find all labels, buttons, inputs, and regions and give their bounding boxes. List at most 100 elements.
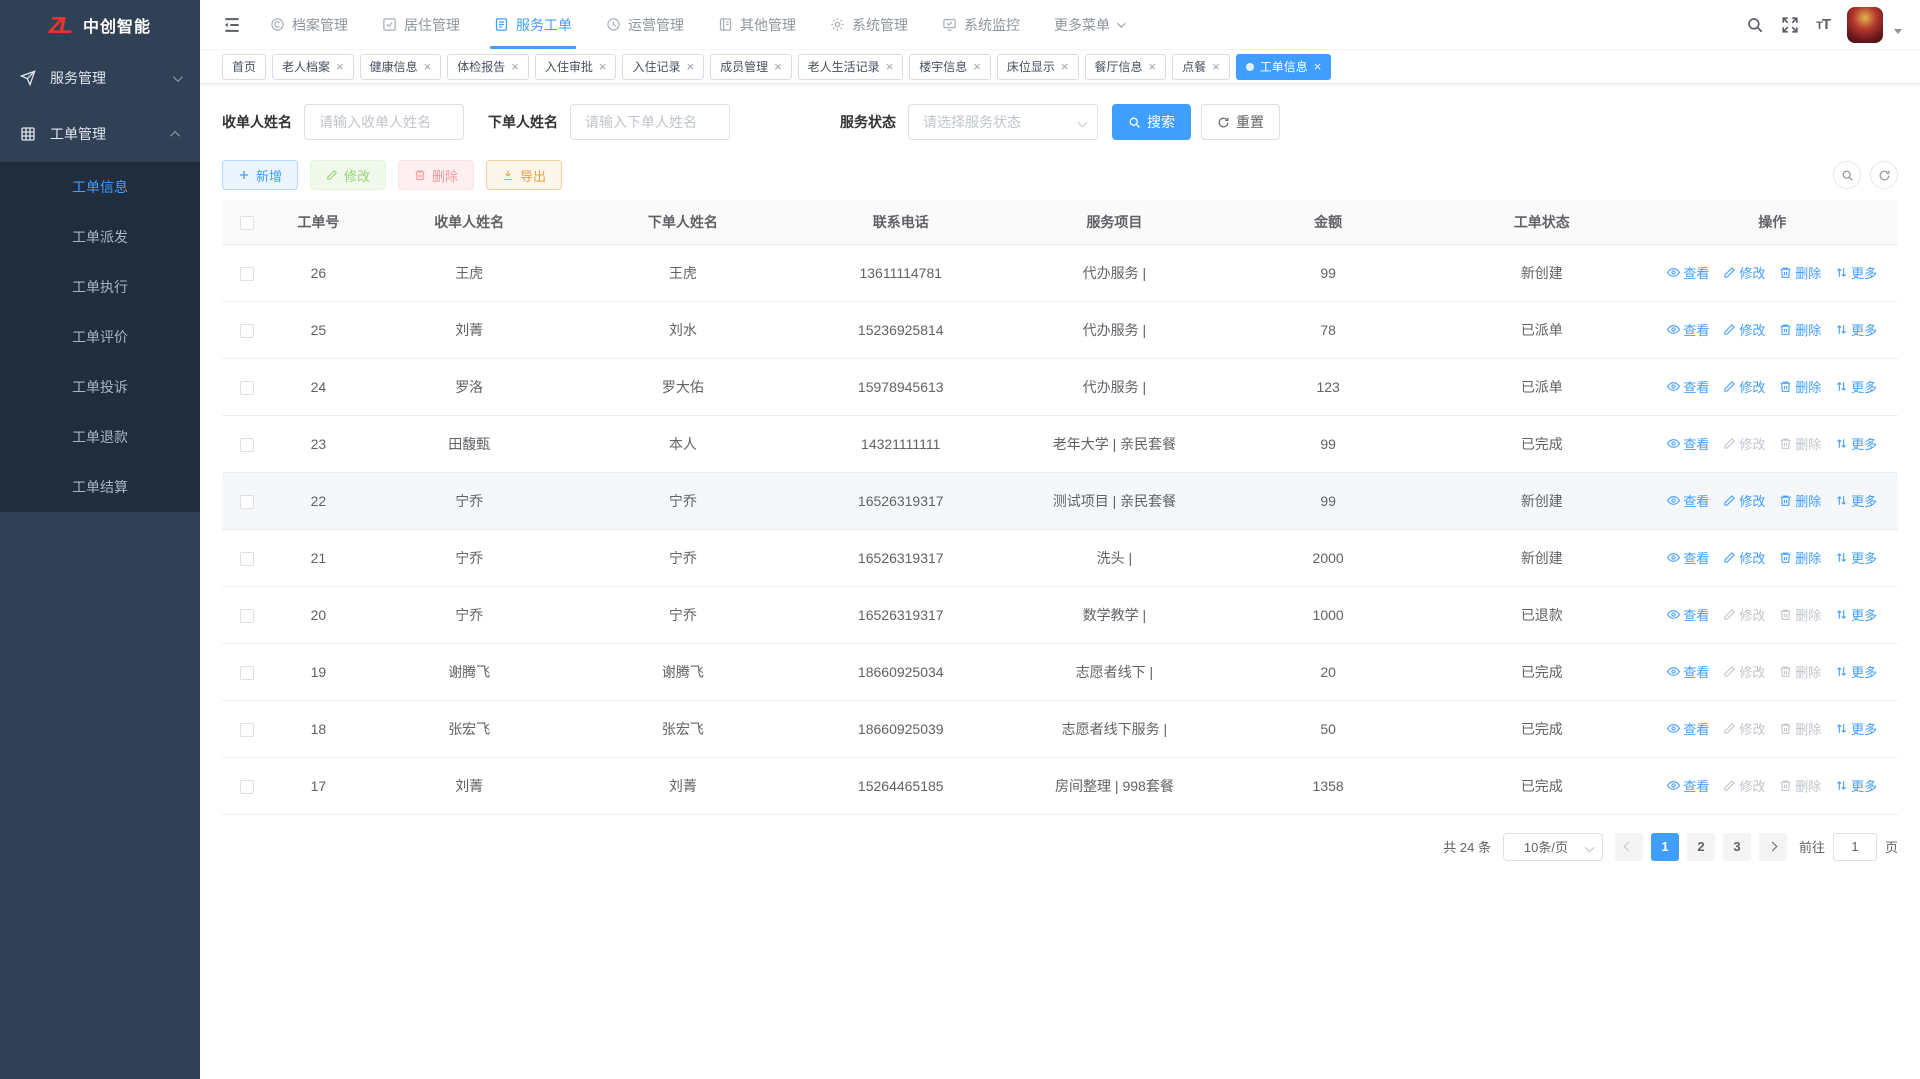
sidebar-submenu-item[interactable]: 工单投诉 bbox=[0, 362, 200, 412]
tab[interactable]: 餐厅信息 × bbox=[1085, 54, 1167, 80]
tab[interactable]: 健康信息 × bbox=[360, 54, 442, 80]
view-link[interactable]: 查看 bbox=[1667, 377, 1709, 396]
reset-button[interactable]: 重置 bbox=[1201, 104, 1280, 140]
close-icon[interactable]: × bbox=[686, 60, 694, 73]
select-all-checkbox[interactable] bbox=[240, 216, 254, 230]
more-link[interactable]: 更多 bbox=[1835, 605, 1877, 624]
export-button[interactable]: 导出 bbox=[486, 160, 562, 190]
sidebar-submenu-item[interactable]: 工单评价 bbox=[0, 312, 200, 362]
delete-button[interactable]: 删除 bbox=[398, 160, 474, 190]
tab[interactable]: 点餐 × bbox=[1172, 54, 1230, 80]
receiver-input[interactable] bbox=[304, 104, 464, 140]
page-size-select[interactable] bbox=[1503, 833, 1603, 861]
delete-link[interactable]: 删除 bbox=[1779, 548, 1821, 567]
delete-link[interactable]: 删除 bbox=[1779, 776, 1821, 795]
delete-link[interactable]: 删除 bbox=[1779, 491, 1821, 510]
modify-link[interactable]: 修改 bbox=[1723, 491, 1765, 510]
row-checkbox[interactable] bbox=[240, 438, 254, 452]
modify-link[interactable]: 修改 bbox=[1723, 605, 1765, 624]
close-icon[interactable]: × bbox=[1149, 60, 1157, 73]
tab[interactable]: 工单信息 × bbox=[1236, 54, 1332, 80]
next-page-button[interactable] bbox=[1759, 833, 1787, 861]
more-link[interactable]: 更多 bbox=[1835, 776, 1877, 795]
sidebar-submenu-item[interactable]: 工单结算 bbox=[0, 462, 200, 512]
tab[interactable]: 体检报告 × bbox=[447, 54, 529, 80]
page-size-input[interactable] bbox=[1503, 833, 1603, 861]
view-link[interactable]: 查看 bbox=[1667, 491, 1709, 510]
row-checkbox[interactable] bbox=[240, 552, 254, 566]
view-link[interactable]: 查看 bbox=[1667, 776, 1709, 795]
page-number-button[interactable]: 2 bbox=[1687, 833, 1715, 861]
tab[interactable]: 入住记录 × bbox=[622, 54, 704, 80]
sidebar-submenu-item[interactable]: 工单执行 bbox=[0, 262, 200, 312]
close-icon[interactable]: × bbox=[1061, 60, 1069, 73]
row-checkbox[interactable] bbox=[240, 723, 254, 737]
more-link[interactable]: 更多 bbox=[1835, 662, 1877, 681]
delete-link[interactable]: 删除 bbox=[1779, 434, 1821, 453]
more-link[interactable]: 更多 bbox=[1835, 548, 1877, 567]
sidebar-submenu-item[interactable]: 工单信息 bbox=[0, 162, 200, 212]
add-button[interactable]: 新增 bbox=[222, 160, 298, 190]
modify-link[interactable]: 修改 bbox=[1723, 434, 1765, 453]
view-link[interactable]: 查看 bbox=[1667, 719, 1709, 738]
avatar-caret-icon[interactable] bbox=[1894, 29, 1902, 34]
tab[interactable]: 老人生活记录 × bbox=[798, 54, 904, 80]
nav-item-residence[interactable]: 居住管理 bbox=[382, 0, 460, 49]
status-select-input[interactable] bbox=[908, 104, 1098, 140]
more-link[interactable]: 更多 bbox=[1835, 491, 1877, 510]
modify-link[interactable]: 修改 bbox=[1723, 719, 1765, 738]
more-link[interactable]: 更多 bbox=[1835, 377, 1877, 396]
sidebar-submenu-item[interactable]: 工单退款 bbox=[0, 412, 200, 462]
close-icon[interactable]: × bbox=[1212, 60, 1220, 73]
row-checkbox[interactable] bbox=[240, 495, 254, 509]
table-refresh-button[interactable] bbox=[1870, 161, 1898, 189]
more-link[interactable]: 更多 bbox=[1835, 719, 1877, 738]
tab[interactable]: 老人档案 × bbox=[272, 54, 354, 80]
close-icon[interactable]: × bbox=[1314, 60, 1322, 73]
nav-item-more-menu[interactable]: 更多菜单 bbox=[1054, 0, 1123, 49]
modify-link[interactable]: 修改 bbox=[1723, 263, 1765, 282]
nav-item-archive[interactable]: 档案管理 bbox=[270, 0, 348, 49]
delete-link[interactable]: 删除 bbox=[1779, 320, 1821, 339]
row-checkbox[interactable] bbox=[240, 324, 254, 338]
modify-link[interactable]: 修改 bbox=[1723, 662, 1765, 681]
delete-link[interactable]: 删除 bbox=[1779, 605, 1821, 624]
status-select[interactable] bbox=[908, 104, 1098, 140]
modify-link[interactable]: 修改 bbox=[1723, 548, 1765, 567]
fullscreen-icon[interactable] bbox=[1781, 16, 1799, 34]
table-search-toggle[interactable] bbox=[1833, 161, 1861, 189]
close-icon[interactable]: × bbox=[886, 60, 894, 73]
font-size-icon[interactable]: TT bbox=[1816, 16, 1830, 33]
row-checkbox[interactable] bbox=[240, 780, 254, 794]
nav-item-work-order[interactable]: 服务工单 bbox=[494, 0, 572, 49]
more-link[interactable]: 更多 bbox=[1835, 320, 1877, 339]
modify-link[interactable]: 修改 bbox=[1723, 377, 1765, 396]
search-button[interactable]: 搜索 bbox=[1112, 104, 1191, 140]
modify-link[interactable]: 修改 bbox=[1723, 776, 1765, 795]
close-icon[interactable]: × bbox=[973, 60, 981, 73]
close-icon[interactable]: × bbox=[336, 60, 344, 73]
tab[interactable]: 楼宇信息 × bbox=[909, 54, 991, 80]
delete-link[interactable]: 删除 bbox=[1779, 377, 1821, 396]
tab[interactable]: 入住审批 × bbox=[535, 54, 617, 80]
view-link[interactable]: 查看 bbox=[1667, 605, 1709, 624]
close-icon[interactable]: × bbox=[599, 60, 607, 73]
sidebar-collapse-icon[interactable] bbox=[222, 15, 242, 35]
more-link[interactable]: 更多 bbox=[1835, 263, 1877, 282]
search-icon[interactable] bbox=[1746, 16, 1764, 34]
sidebar-item-service-mgmt[interactable]: 服务管理 bbox=[0, 50, 200, 106]
sidebar-item-workorder-mgmt[interactable]: 工单管理 bbox=[0, 106, 200, 162]
page-number-button[interactable]: 1 bbox=[1651, 833, 1679, 861]
view-link[interactable]: 查看 bbox=[1667, 320, 1709, 339]
avatar[interactable] bbox=[1847, 7, 1883, 43]
nav-item-operations[interactable]: 运营管理 bbox=[606, 0, 684, 49]
delete-link[interactable]: 删除 bbox=[1779, 263, 1821, 282]
view-link[interactable]: 查看 bbox=[1667, 434, 1709, 453]
delete-link[interactable]: 删除 bbox=[1779, 662, 1821, 681]
tab[interactable]: 床位显示 × bbox=[997, 54, 1079, 80]
sidebar-submenu-item[interactable]: 工单派发 bbox=[0, 212, 200, 262]
goto-page-input[interactable] bbox=[1833, 833, 1877, 861]
modify-button[interactable]: 修改 bbox=[310, 160, 386, 190]
orderer-input[interactable] bbox=[570, 104, 730, 140]
nav-item-system[interactable]: 系统管理 bbox=[830, 0, 908, 49]
